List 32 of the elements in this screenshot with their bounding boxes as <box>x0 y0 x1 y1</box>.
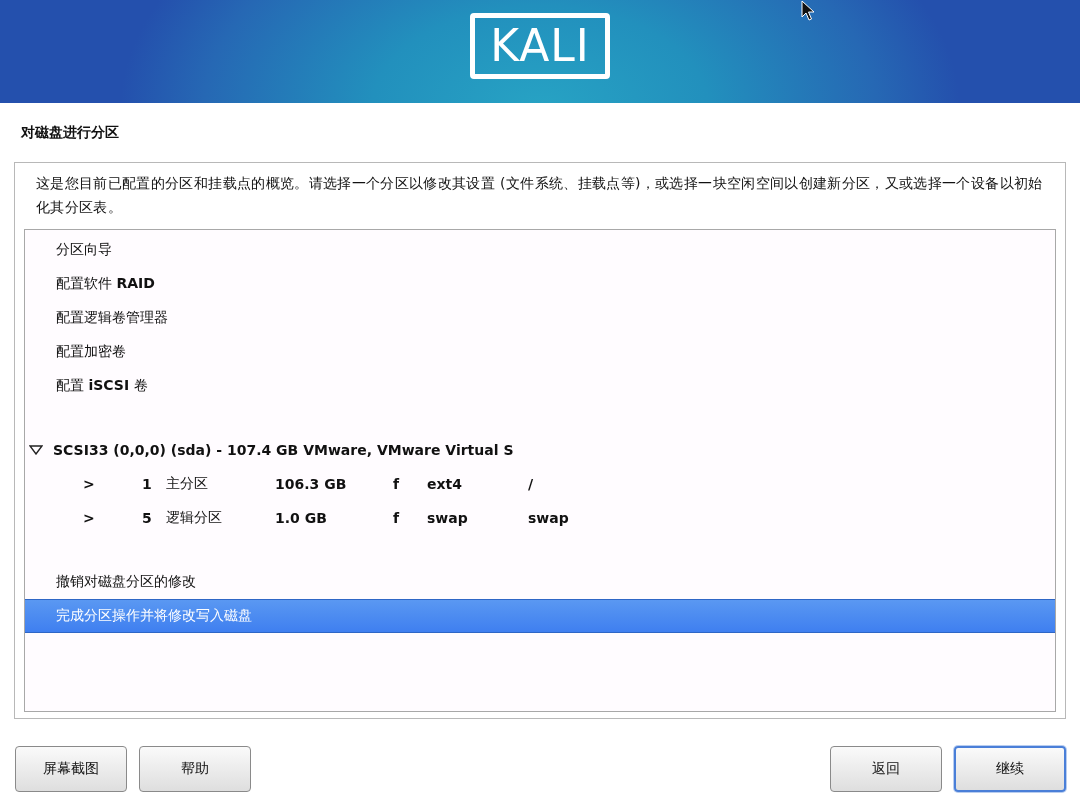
disk-item[interactable]: SCSI33 (0,0,0) (sda) - 107.4 GB VMware, VMware Virtual S <box>53 442 514 458</box>
cursor-icon <box>801 0 815 22</box>
list-item[interactable]: 撤销对磁盘分区的修改 <box>25 565 1055 599</box>
description: 这是您目前已配置的分区和挂载点的概览。请选择一个分区以修改其设置 (文件系统、挂载点等)，或选择一块空闲空间以创建新分区，又或选择一个设备以初始化其分区表。 <box>35 174 1044 217</box>
partition-number: 5 <box>142 510 152 526</box>
filesystem: ext4 <box>427 476 462 492</box>
logo: KALI <box>470 12 610 79</box>
dialog-button[interactable]: 屏幕截图 <box>15 746 127 792</box>
partition-number: 1 <box>142 476 152 492</box>
flag-label: f <box>393 476 400 492</box>
page-title: 对磁盘进行分区 <box>21 124 119 142</box>
partition-row[interactable]: > 1 主分区 106.3 GB f ext4 / <box>25 467 1055 501</box>
list-item[interactable]: 配置软件 RAID <box>25 267 1055 301</box>
expand-arrow: > <box>83 476 95 492</box>
mount-point: / <box>528 476 534 492</box>
dialog-button[interactable]: 继续 <box>954 746 1066 792</box>
triangle-down-icon[interactable] <box>29 445 43 455</box>
list-item[interactable]: 配置逻辑卷管理器 <box>25 301 1055 335</box>
dialog-button[interactable]: 帮助 <box>139 746 251 792</box>
partition-type: 主分区 <box>166 475 208 493</box>
list-item[interactable]: 配置加密卷 <box>25 335 1055 369</box>
flag-label: f <box>393 510 400 526</box>
partition-size: 1.0 GB <box>275 510 327 526</box>
mount-point: swap <box>528 510 569 526</box>
filesystem: swap <box>427 510 468 526</box>
dialog-button[interactable]: 返回 <box>830 746 942 792</box>
partition-type: 逻辑分区 <box>166 509 222 527</box>
list-item[interactable]: 配置 iSCSI 卷 <box>25 369 1055 403</box>
partition-row[interactable]: > 5 逻辑分区 1.0 GB f swap swap <box>25 501 1055 535</box>
partition-size: 106.3 GB <box>275 476 347 492</box>
expand-arrow: > <box>83 510 95 526</box>
list-item[interactable]: 分区向导 <box>25 233 1055 267</box>
